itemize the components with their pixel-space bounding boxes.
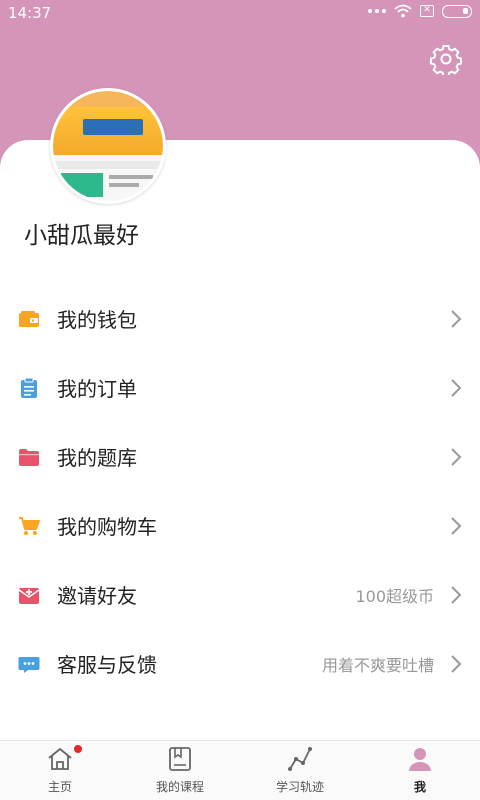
menu-value: 100超级币 <box>355 586 434 606</box>
menu-list: 我的钱包 我的订单 我的题库 我的购物车 邀请好友 100超级币 客服与反馈 用… <box>0 284 480 698</box>
course-book-icon <box>169 747 191 771</box>
chevron-right-icon <box>451 309 462 328</box>
menu-item-orders[interactable]: 我的订单 <box>0 353 480 422</box>
status-time: 14:37 <box>8 4 52 22</box>
menu-item-support-feedback[interactable]: 客服与反馈 用着不爽要吐槽 <box>0 629 480 698</box>
tab-label: 主页 <box>47 780 72 794</box>
menu-label: 我的订单 <box>57 377 137 401</box>
menu-item-question-bank[interactable]: 我的题库 <box>0 422 480 491</box>
status-icons: ✕ <box>368 4 472 18</box>
cart-icon <box>19 516 40 535</box>
tab-label: 学习轨迹 <box>275 780 324 794</box>
menu-value: 用着不爽要吐槽 <box>321 655 434 675</box>
tab-learning-track[interactable]: 学习轨迹 <box>240 741 360 800</box>
profile-icon <box>409 748 431 771</box>
menu-label: 我的钱包 <box>57 308 137 332</box>
avatar-image <box>53 91 163 201</box>
tab-label: 我 <box>413 780 426 794</box>
chevron-right-icon <box>451 654 462 673</box>
username: 小甜瓜最好 <box>24 223 139 249</box>
home-icon <box>48 748 72 770</box>
tab-home[interactable]: 主页 <box>0 741 120 800</box>
chevron-right-icon <box>451 585 462 604</box>
menu-item-invite-friends[interactable]: 邀请好友 100超级币 <box>0 560 480 629</box>
wifi-icon <box>394 4 412 18</box>
chevron-right-icon <box>451 516 462 535</box>
chevron-right-icon <box>451 447 462 466</box>
battery-icon <box>442 4 472 18</box>
track-icon <box>288 747 312 771</box>
menu-label: 我的题库 <box>57 446 137 470</box>
menu-item-wallet[interactable]: 我的钱包 <box>0 284 480 353</box>
menu-item-cart[interactable]: 我的购物车 <box>0 491 480 560</box>
avatar[interactable] <box>50 88 166 204</box>
chat-icon <box>18 656 40 673</box>
wallet-icon <box>19 310 39 327</box>
no-sim-icon: ✕ <box>420 5 434 17</box>
chevron-right-icon <box>451 378 462 397</box>
tab-label: 我的课程 <box>155 780 204 794</box>
tab-me[interactable]: 我 <box>360 741 480 800</box>
signal-dots-icon <box>368 9 386 13</box>
menu-label: 我的购物车 <box>57 515 157 539</box>
menu-label: 邀请好友 <box>57 584 137 608</box>
notification-badge <box>74 745 82 753</box>
clipboard-icon <box>21 377 37 398</box>
invite-mail-icon <box>18 587 40 604</box>
bottom-tab-bar: 主页 我的课程 学习轨迹 我 <box>0 740 480 800</box>
folder-icon <box>19 448 39 466</box>
menu-label: 客服与反馈 <box>57 653 157 677</box>
tab-my-courses[interactable]: 我的课程 <box>120 741 240 800</box>
status-bar: 14:37 ✕ <box>0 0 480 26</box>
settings-gear-icon[interactable] <box>430 43 462 75</box>
